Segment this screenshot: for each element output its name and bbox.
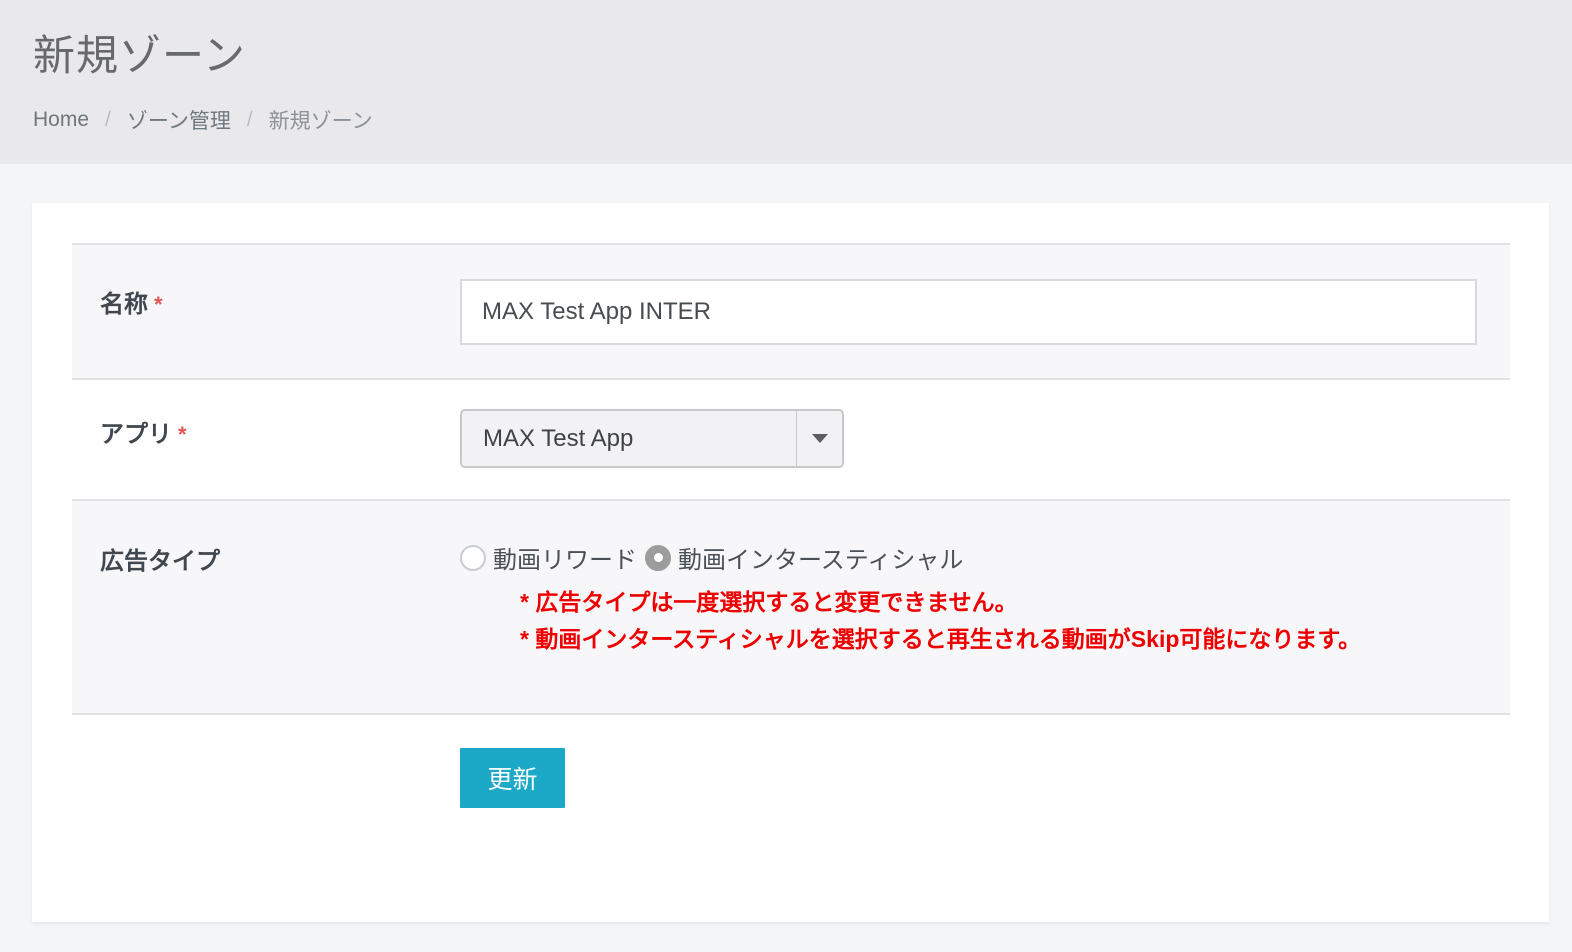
- form-row-adtype: 広告タイプ 動画リワード 動画インタースティシャル * 広告タイプは一度選択する…: [72, 499, 1510, 713]
- adtype-note-2: * 動画インタースティシャルを選択すると再生される動画がSkip可能になります。: [520, 626, 1362, 652]
- page-header: 新規ゾーン Home / ゾーン管理 / 新規ゾーン: [0, 0, 1572, 164]
- page-title: 新規ゾーン: [33, 32, 246, 79]
- app-select-arrow-box[interactable]: [796, 411, 842, 466]
- name-input[interactable]: [460, 279, 1477, 345]
- name-label: 名称: [100, 291, 148, 318]
- required-asterisk: *: [154, 292, 163, 317]
- radio-button-unchecked[interactable]: [460, 544, 486, 571]
- breadcrumb: Home / ゾーン管理 / 新規ゾーン: [33, 105, 1539, 135]
- form-row-app: アプリ * MAX Test App: [72, 378, 1510, 499]
- name-label-cell: 名称 *: [72, 279, 460, 345]
- breadcrumb-current-page: 新規ゾーン: [268, 110, 373, 133]
- submit-label-cell: [72, 748, 460, 808]
- form-row-submit: 更新: [72, 713, 1510, 922]
- radio-label-video-reward: 動画リワード: [493, 547, 637, 574]
- chevron-down-icon: [811, 434, 828, 443]
- breadcrumb-home[interactable]: Home: [33, 108, 89, 132]
- radio-option-video-interstitial[interactable]: 動画インタースティシャル: [645, 540, 963, 575]
- name-control-cell: [460, 279, 1510, 345]
- app-select-value: MAX Test App: [483, 424, 634, 452]
- submit-control-cell: 更新: [460, 748, 1510, 808]
- form-row-name: 名称 *: [72, 243, 1510, 378]
- breadcrumb-zone-management[interactable]: ゾーン管理: [127, 105, 231, 135]
- form-card: 名称* アプリ* MAX Test App 広告: [32, 203, 1549, 922]
- main-content: 名称* アプリ* MAX Test App 広告: [0, 164, 1572, 952]
- app-select[interactable]: MAX Test App: [460, 409, 844, 468]
- app-control-cell: MAX Test App: [460, 409, 1510, 468]
- adtype-note-1: * 広告タイプは一度選択すると変更できません。: [520, 589, 1018, 615]
- app-label: アプリ: [100, 421, 172, 448]
- adtype-notes: * 広告タイプは一度選択すると変更できません。 * 動画インタースティシャルを選…: [520, 584, 1510, 658]
- update-button[interactable]: 更新: [460, 748, 565, 808]
- breadcrumb-separator: /: [105, 108, 111, 131]
- adtype-radio-group: 動画リワード 動画インタースティシャル: [460, 540, 1510, 575]
- adtype-label-cell: 広告タイプ: [72, 540, 460, 658]
- required-asterisk: *: [178, 422, 187, 447]
- radio-option-video-reward[interactable]: 動画リワード: [460, 540, 637, 575]
- adtype-control-cell: 動画リワード 動画インタースティシャル * 広告タイプは一度選択すると変更できま…: [460, 540, 1510, 658]
- adtype-label: 広告タイプ: [100, 548, 220, 575]
- app-label-cell: アプリ *: [72, 409, 460, 468]
- radio-label-video-interstitial: 動画インタースティシャル: [678, 547, 964, 574]
- breadcrumb-separator: /: [246, 108, 253, 131]
- radio-button-checked[interactable]: [645, 544, 671, 571]
